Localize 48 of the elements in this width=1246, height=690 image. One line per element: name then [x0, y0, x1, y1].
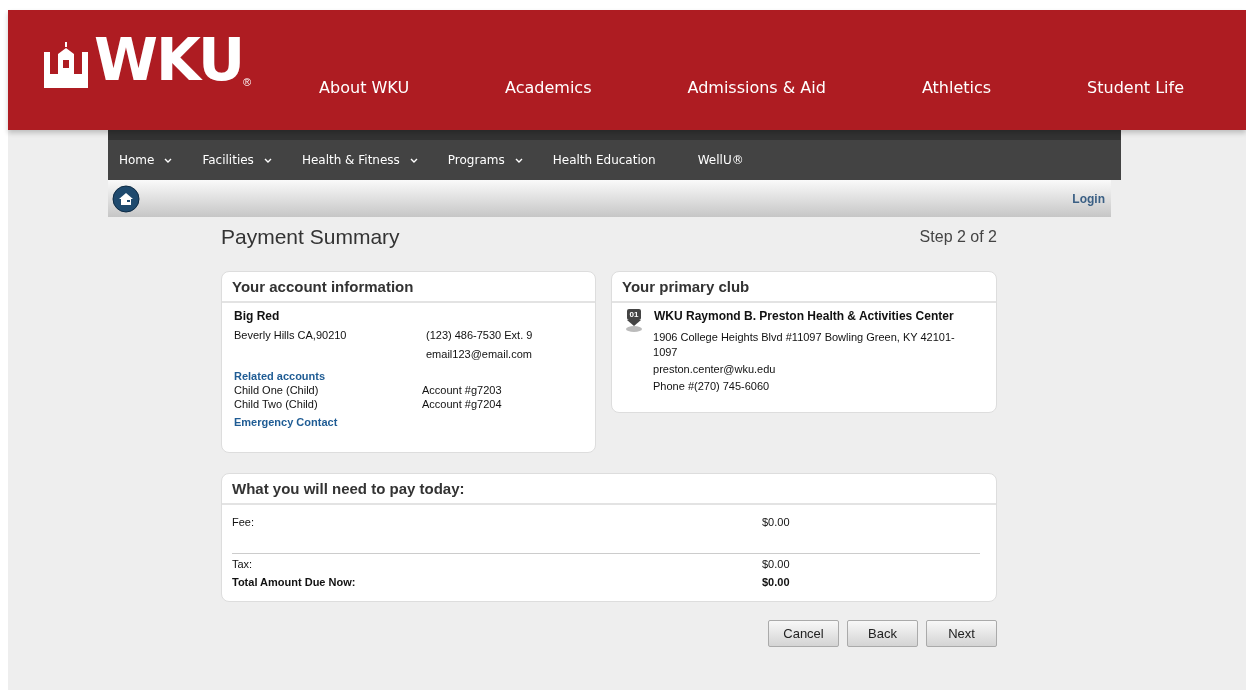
- payment-label: Total Amount Due Now:: [232, 576, 357, 588]
- form-button[interactable]: Cancel: [768, 620, 839, 647]
- card-title: Your account information: [222, 272, 595, 303]
- account-name: Big Red: [234, 309, 281, 323]
- card-title: Your primary club: [612, 272, 996, 303]
- main-nav-link[interactable]: Athletics: [921, 78, 992, 97]
- payment-amount: $0.00: [762, 558, 790, 570]
- address-text: Beverly Hills CA,90210: [234, 329, 348, 343]
- chevron-down-icon: [409, 157, 418, 163]
- related-accounts-link[interactable]: Related accounts: [234, 370, 583, 382]
- emergency-contact-link[interactable]: Emergency Contact: [234, 416, 583, 428]
- wku-logo[interactable]: WKU: [94, 32, 243, 88]
- sub-nav-item[interactable]: WellU®: [697, 153, 744, 167]
- chevron-down-icon: [164, 157, 173, 163]
- related-account-name: Child Two (Child): [234, 398, 319, 410]
- payment-label: Fee:: [232, 516, 255, 528]
- chevron-down-icon: [263, 157, 272, 163]
- main-nav-link[interactable]: Admissions & Aid: [687, 78, 826, 97]
- payment-amount: $0.00: [762, 516, 790, 528]
- payment-amount: $0.00: [762, 576, 790, 588]
- email-text: email123@email.com: [426, 348, 533, 360]
- payment-label: Tax:: [232, 558, 254, 570]
- tower-logo-icon: [44, 42, 88, 88]
- sub-nav-item[interactable]: Facilities: [202, 153, 272, 167]
- account-number: Account #g7204: [422, 398, 502, 410]
- sub-nav-item[interactable]: Health Education: [552, 153, 656, 167]
- club-phone: Phone #(270) 745-6060: [653, 379, 771, 394]
- club-email: preston.center@wku.edu: [653, 362, 777, 377]
- login-link[interactable]: Login: [1072, 191, 1105, 206]
- form-button[interactable]: Next: [926, 620, 997, 647]
- club-name: WKU Raymond B. Preston Health & Activities Center: [654, 309, 954, 325]
- card-title: What you will need to pay today:: [222, 474, 996, 505]
- home-icon[interactable]: [112, 184, 140, 213]
- chevron-down-icon: [514, 157, 523, 163]
- pin-shadow-icon: [624, 320, 644, 332]
- sub-nav-item[interactable]: Health & Fitness: [301, 153, 418, 167]
- phone-text: (123) 486-7530 Ext. 9: [426, 329, 533, 341]
- related-account-name: Child One (Child): [234, 384, 320, 396]
- main-nav-link[interactable]: About WKU: [319, 78, 410, 97]
- page-title: Payment Summary: [221, 225, 400, 249]
- registered-mark: ®: [243, 76, 252, 88]
- account-number: Account #g7203: [422, 384, 502, 396]
- step-indicator: Step 2 of 2: [919, 228, 997, 246]
- sub-nav-item[interactable]: Home: [119, 153, 173, 167]
- main-nav-link[interactable]: Academics: [505, 78, 592, 97]
- form-button[interactable]: Back: [847, 620, 918, 647]
- sub-nav-item[interactable]: Programs: [447, 153, 523, 167]
- main-nav-link[interactable]: Student Life: [1087, 78, 1184, 97]
